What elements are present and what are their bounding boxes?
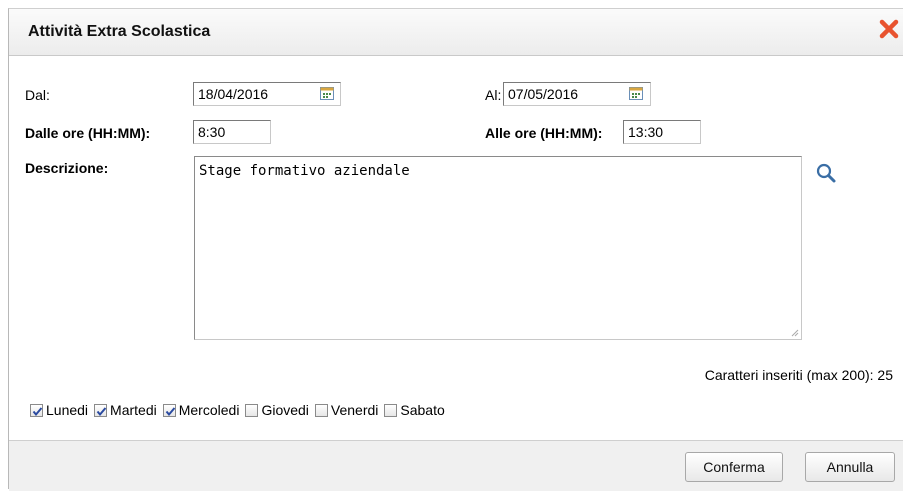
close-icon[interactable] — [877, 17, 901, 41]
day-martedi-checkbox[interactable]: Martedi — [94, 402, 157, 418]
dialog-titlebar: Attività Extra Scolastica — [9, 9, 903, 56]
checkbox[interactable] — [162, 403, 176, 417]
day-label: Venerdi — [330, 402, 379, 418]
cancel-button[interactable]: Annulla — [805, 452, 895, 482]
day-label: Giovedi — [261, 402, 309, 418]
day-label: Sabato — [400, 402, 445, 418]
day-label: Martedi — [110, 402, 157, 418]
start-time-input[interactable] — [193, 120, 271, 144]
search-icon[interactable] — [815, 162, 837, 184]
activity-dialog: Attività Extra Scolastica Dal: Al: Dalle… — [8, 8, 903, 491]
day-sabato-checkbox[interactable]: Sabato — [384, 402, 445, 418]
checkbox[interactable] — [245, 403, 259, 417]
checkbox[interactable] — [30, 403, 43, 417]
end-time-label: Alle ore (HH:MM): — [485, 125, 603, 141]
description-textarea[interactable]: Stage formativo aziendale — [194, 156, 802, 340]
days-checkbox-group: Lunedi Martedi Mercoledi Giovedi Venerdi… — [30, 402, 451, 418]
calendar-icon[interactable] — [629, 87, 643, 100]
dialog-title: Attività Extra Scolastica — [28, 23, 211, 40]
day-mercoledi-checkbox[interactable]: Mercoledi — [162, 402, 240, 418]
day-label: Lunedi — [46, 402, 89, 418]
calendar-icon[interactable] — [320, 87, 334, 100]
dialog-footer: Conferma Annulla — [9, 440, 903, 491]
day-label: Mercoledi — [178, 402, 240, 418]
character-counter: Caratteri inseriti (max 200): 25 — [704, 367, 893, 383]
start-time-label: Dalle ore (HH:MM): — [25, 125, 151, 141]
end-time-input[interactable] — [623, 120, 701, 144]
checkbox[interactable] — [314, 403, 328, 417]
confirm-button[interactable]: Conferma — [685, 452, 783, 482]
checkbox[interactable] — [384, 403, 398, 417]
description-label: Descrizione: — [25, 160, 109, 176]
from-date-label: Dal: — [25, 87, 50, 103]
to-date-label: Al: — [485, 87, 502, 103]
day-giovedi-checkbox[interactable]: Giovedi — [245, 402, 309, 418]
checkbox[interactable] — [94, 403, 108, 417]
day-lunedi-checkbox[interactable]: Lunedi — [30, 402, 88, 418]
day-venerdi-checkbox[interactable]: Venerdi — [314, 402, 379, 418]
from-date-input[interactable] — [193, 82, 341, 106]
resize-grip-icon[interactable] — [789, 327, 799, 337]
